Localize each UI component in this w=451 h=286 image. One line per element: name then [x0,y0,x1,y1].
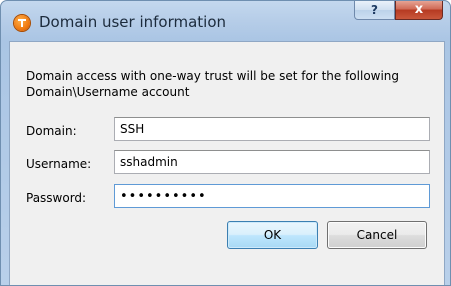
close-icon[interactable]: x [395,1,443,20]
ok-button[interactable]: OK [227,221,318,249]
help-icon[interactable]: ? [354,1,395,20]
title-bar[interactable]: Domain user information ? x [1,1,450,41]
app-logo-icon [14,15,30,31]
password-input[interactable] [114,184,430,208]
domain-input[interactable] [114,117,430,141]
domain-label: Domain: [26,124,77,138]
username-input[interactable] [114,150,430,174]
app-logo-bar-vertical [21,19,23,27]
password-label: Password: [26,191,87,205]
cancel-button[interactable]: Cancel [327,221,427,249]
username-label: Username: [26,157,92,171]
window-title: Domain user information [39,13,227,31]
info-message: Domain access with one-way trust will be… [26,69,400,99]
